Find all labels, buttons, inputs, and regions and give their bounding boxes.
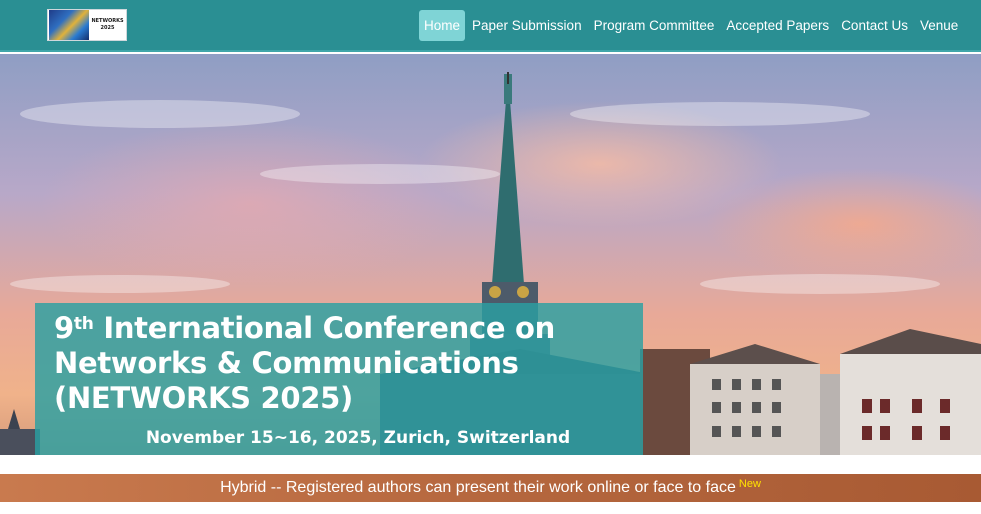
top-navbar: NETWORKS 2025 Home Paper Submission Prog… [0, 0, 981, 52]
title-line1: International Conference on [93, 311, 555, 345]
logo-image [49, 10, 89, 40]
conference-dates-location: November 15~16, 2025, Zurich, Switzerlan… [145, 428, 571, 448]
nav-venue[interactable]: Venue [914, 10, 964, 41]
title-ordinal-suffix: th [73, 314, 94, 334]
main-nav: Home Paper Submission Program Committee … [419, 10, 964, 41]
logo-text: NETWORKS 2025 [89, 18, 126, 32]
conference-title-box: 9th International Conference on Networks… [35, 303, 643, 455]
title-line2: Networks & Communications [54, 346, 519, 380]
nav-program-committee[interactable]: Program Committee [588, 10, 721, 41]
logo-text-line2: 2025 [100, 25, 115, 31]
title-number: 9 [54, 311, 74, 345]
hero-image: 9th International Conference on Networks… [0, 54, 981, 455]
logo-text-line1: NETWORKS [91, 18, 124, 24]
banner-text: Hybrid -- Registered authors can present… [220, 479, 736, 496]
nav-paper-submission[interactable]: Paper Submission [466, 10, 588, 41]
nav-accepted-papers[interactable]: Accepted Papers [720, 10, 835, 41]
nav-contact-us[interactable]: Contact Us [835, 10, 914, 41]
conference-title: 9th International Conference on Networks… [54, 311, 634, 416]
conference-logo[interactable]: NETWORKS 2025 [47, 9, 127, 41]
title-line3: (NETWORKS 2025) [54, 381, 354, 415]
new-badge: New [738, 478, 761, 490]
nav-home[interactable]: Home [419, 10, 466, 41]
hybrid-announcement-banner: Hybrid -- Registered authors can present… [0, 474, 981, 502]
